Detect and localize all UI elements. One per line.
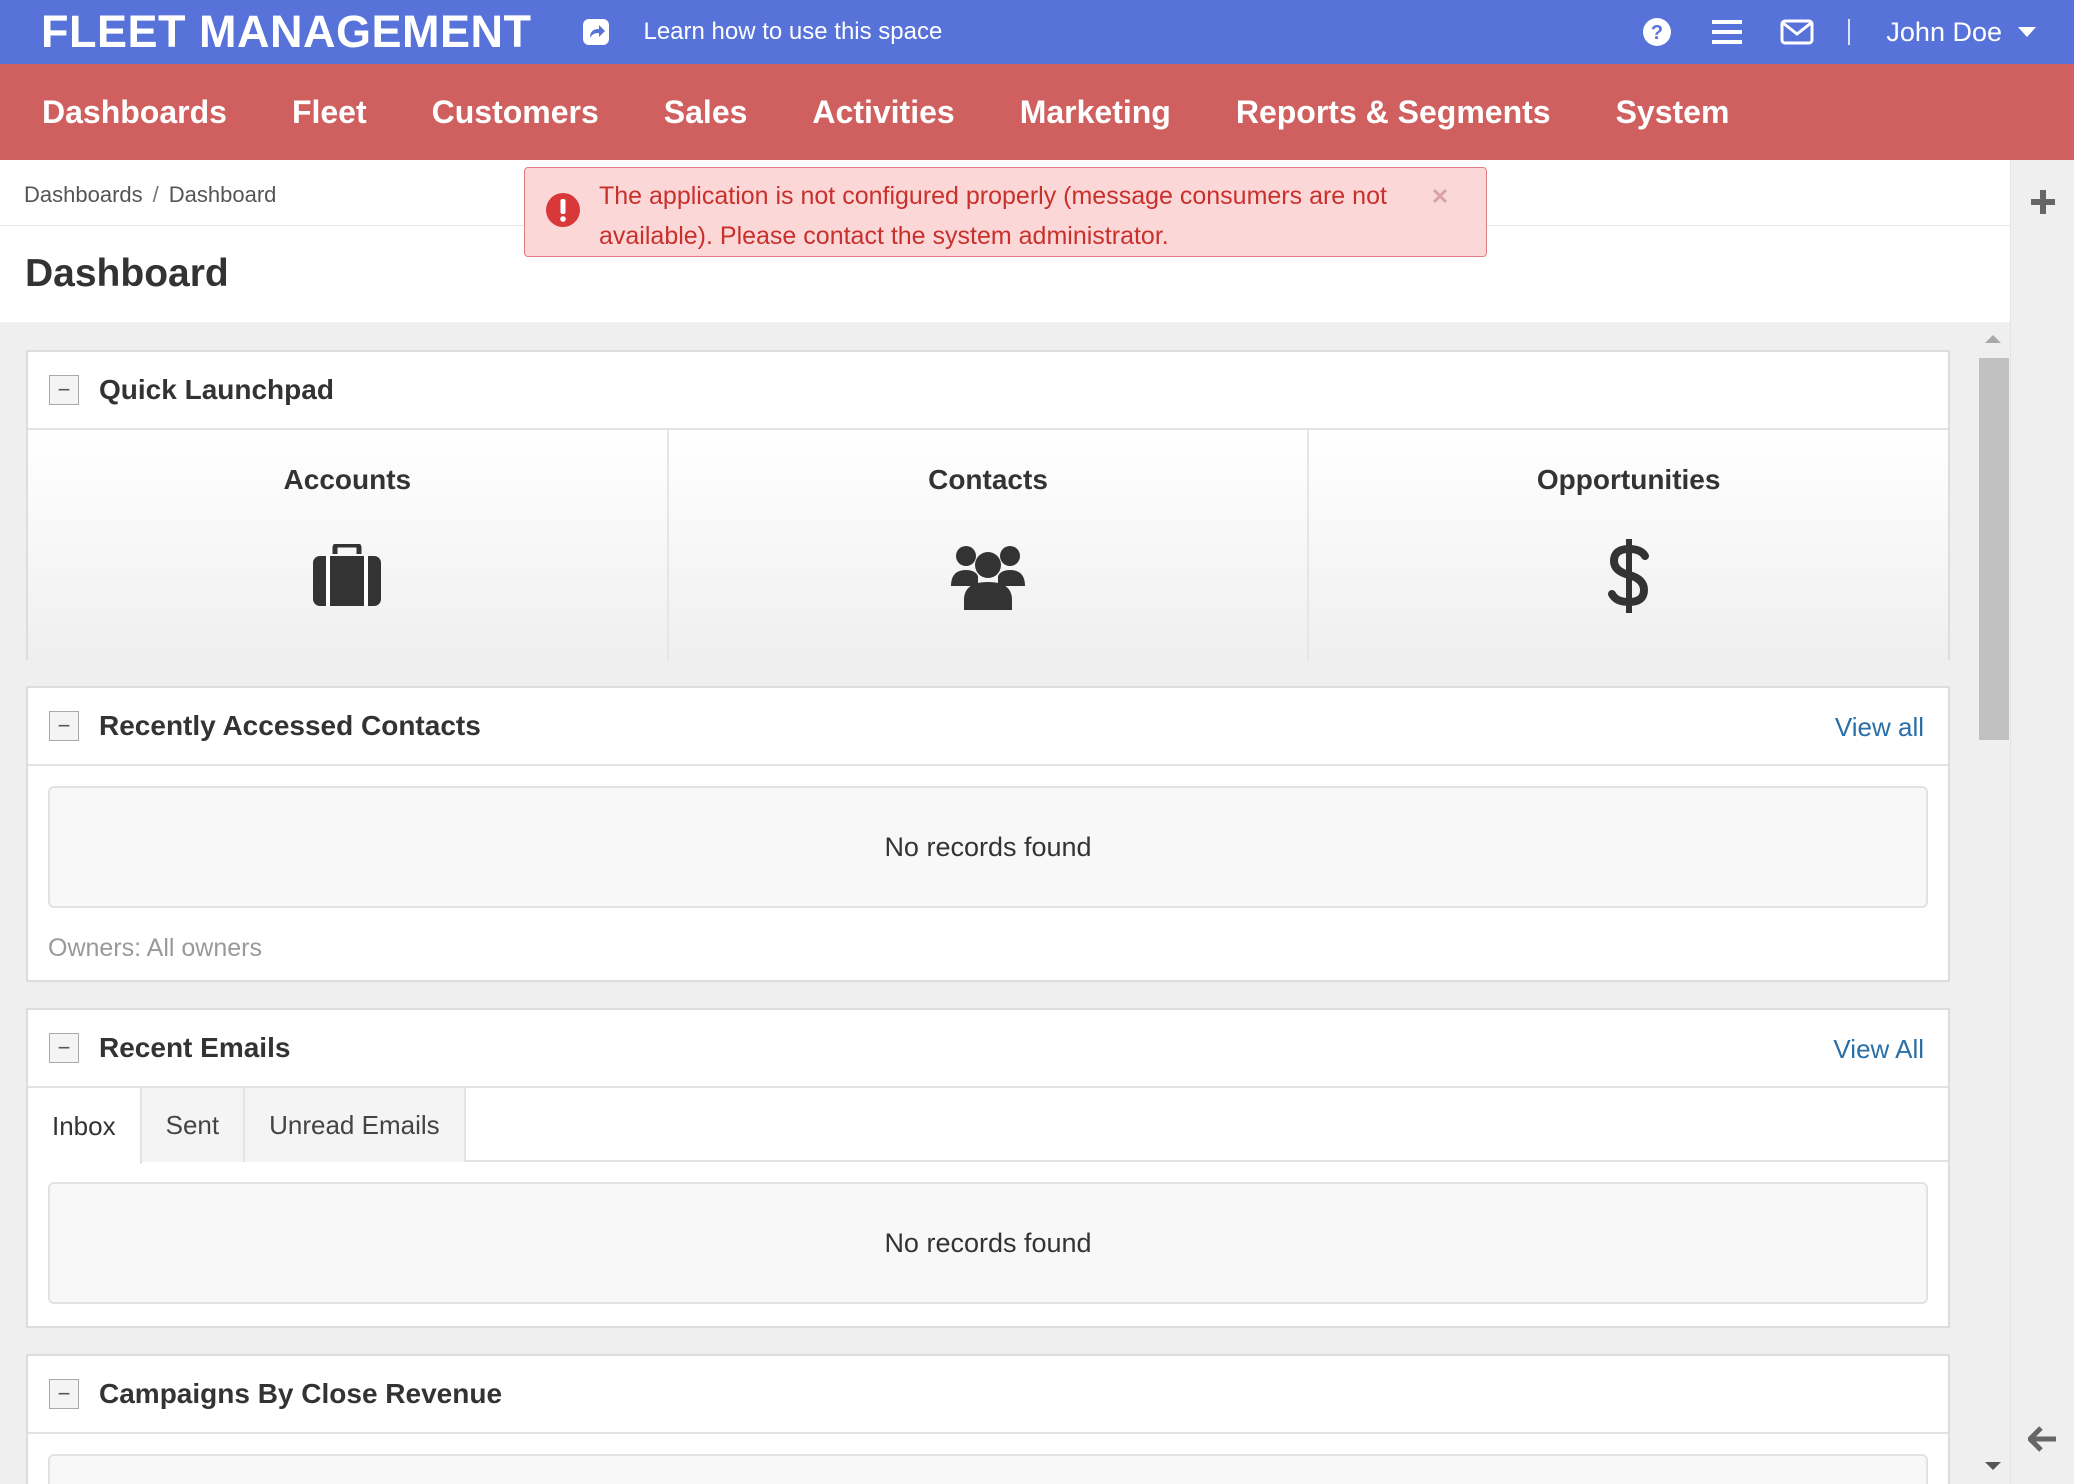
quick-launchpad-widget: − Quick Launchpad Accounts Contacts Oppo…: [26, 350, 1950, 660]
tab-inbox[interactable]: Inbox: [28, 1088, 142, 1164]
nav-fleet[interactable]: Fleet: [292, 94, 367, 131]
top-right-tools: ? John Doe: [1604, 0, 2036, 64]
app-brand[interactable]: FLEET MANAGEMENT: [41, 6, 531, 58]
menu-icon[interactable]: [1710, 15, 1744, 49]
learn-link[interactable]: Learn how to use this space: [643, 18, 942, 46]
right-sidebar: [2010, 160, 2074, 1484]
user-name: John Doe: [1886, 16, 2002, 47]
empty-state: No records found: [48, 786, 1928, 908]
recent-emails-widget: − Recent Emails View All Inbox Sent Unre…: [26, 1008, 1950, 1328]
collapse-button[interactable]: −: [49, 711, 79, 741]
svg-text:?: ?: [1651, 22, 1663, 44]
close-icon[interactable]: [1430, 178, 1450, 204]
scroll-down-arrow[interactable]: [1985, 1462, 2001, 1470]
page-title: Dashboard: [25, 252, 229, 295]
widget-title: Recent Emails: [99, 1032, 291, 1063]
widget-title: Recently Accessed Contacts: [99, 710, 481, 741]
top-separator: [1848, 19, 1851, 45]
nav-reports-segments[interactable]: Reports & Segments: [1236, 94, 1551, 131]
launch-opportunities[interactable]: Opportunities: [1309, 430, 1949, 660]
main-navigation: Dashboards Fleet Customers Sales Activit…: [0, 64, 2074, 160]
user-menu[interactable]: John Doe: [1886, 17, 2036, 48]
tab-sent[interactable]: Sent: [141, 1088, 246, 1162]
users-icon: [948, 536, 1028, 616]
owners-filter-label: Owners: All owners: [48, 934, 262, 962]
view-all-link[interactable]: View All: [1833, 1034, 1924, 1065]
briefcase-icon: [307, 536, 387, 616]
exclamation-icon: [545, 192, 581, 228]
email-tabs: Inbox Sent Unread Emails: [28, 1088, 1948, 1164]
arrow-left-icon[interactable]: [2027, 1426, 2058, 1452]
breadcrumb-current: Dashboard: [168, 182, 277, 207]
chevron-down-icon: [2018, 27, 2036, 37]
launch-label: Accounts: [283, 464, 412, 495]
alert-message: The application is not configured proper…: [599, 182, 1387, 250]
scroll-up-arrow[interactable]: [1985, 335, 2001, 343]
nav-system[interactable]: System: [1616, 94, 1730, 131]
plus-icon[interactable]: [2031, 190, 2055, 214]
launchpad-row: Accounts Contacts Opportunities: [28, 430, 1949, 660]
widget-title: Campaigns By Close Revenue: [99, 1378, 503, 1409]
tab-unread-emails[interactable]: Unread Emails: [245, 1088, 466, 1162]
breadcrumb-separator: /: [152, 182, 159, 207]
nav-activities[interactable]: Activities: [812, 94, 954, 131]
share-icon[interactable]: [581, 17, 611, 47]
launch-accounts[interactable]: Accounts: [28, 430, 669, 660]
widget-header: − Recently Accessed Contacts View all: [28, 688, 1948, 766]
launch-label: Contacts: [928, 464, 1048, 495]
nav-dashboards[interactable]: Dashboards: [42, 94, 227, 131]
empty-state: No records found: [48, 1182, 1928, 1304]
nav-marketing[interactable]: Marketing: [1020, 94, 1171, 131]
widget-header: − Recent Emails View All: [28, 1010, 1948, 1088]
help-icon[interactable]: ?: [1640, 15, 1674, 49]
collapse-button[interactable]: −: [49, 1033, 79, 1063]
scrollbar-thumb[interactable]: [1979, 358, 2009, 740]
collapse-button[interactable]: −: [49, 375, 79, 405]
recent-contacts-widget: − Recently Accessed Contacts View all No…: [26, 686, 1950, 982]
breadcrumb-dashboards[interactable]: Dashboards: [24, 182, 143, 208]
campaigns-content: [48, 1454, 1928, 1484]
breadcrumb: Dashboards / Dashboard: [24, 182, 276, 208]
error-alert: The application is not configured proper…: [524, 167, 1487, 257]
launch-contacts[interactable]: Contacts: [668, 430, 1310, 660]
collapse-button[interactable]: −: [49, 1379, 79, 1409]
widget-header: − Campaigns By Close Revenue: [28, 1356, 1948, 1434]
campaigns-widget: − Campaigns By Close Revenue: [26, 1354, 1950, 1484]
nav-sales[interactable]: Sales: [664, 94, 748, 131]
widget-title: Quick Launchpad: [99, 374, 334, 405]
nav-customers[interactable]: Customers: [432, 94, 599, 131]
widget-header: − Quick Launchpad: [28, 352, 1948, 430]
view-all-link[interactable]: View all: [1835, 712, 1924, 743]
launch-label: Opportunities: [1536, 464, 1721, 495]
mail-icon[interactable]: [1780, 15, 1814, 49]
dollar-icon: [1589, 536, 1669, 616]
top-bar: FLEET MANAGEMENT Learn how to use this s…: [0, 0, 2074, 64]
